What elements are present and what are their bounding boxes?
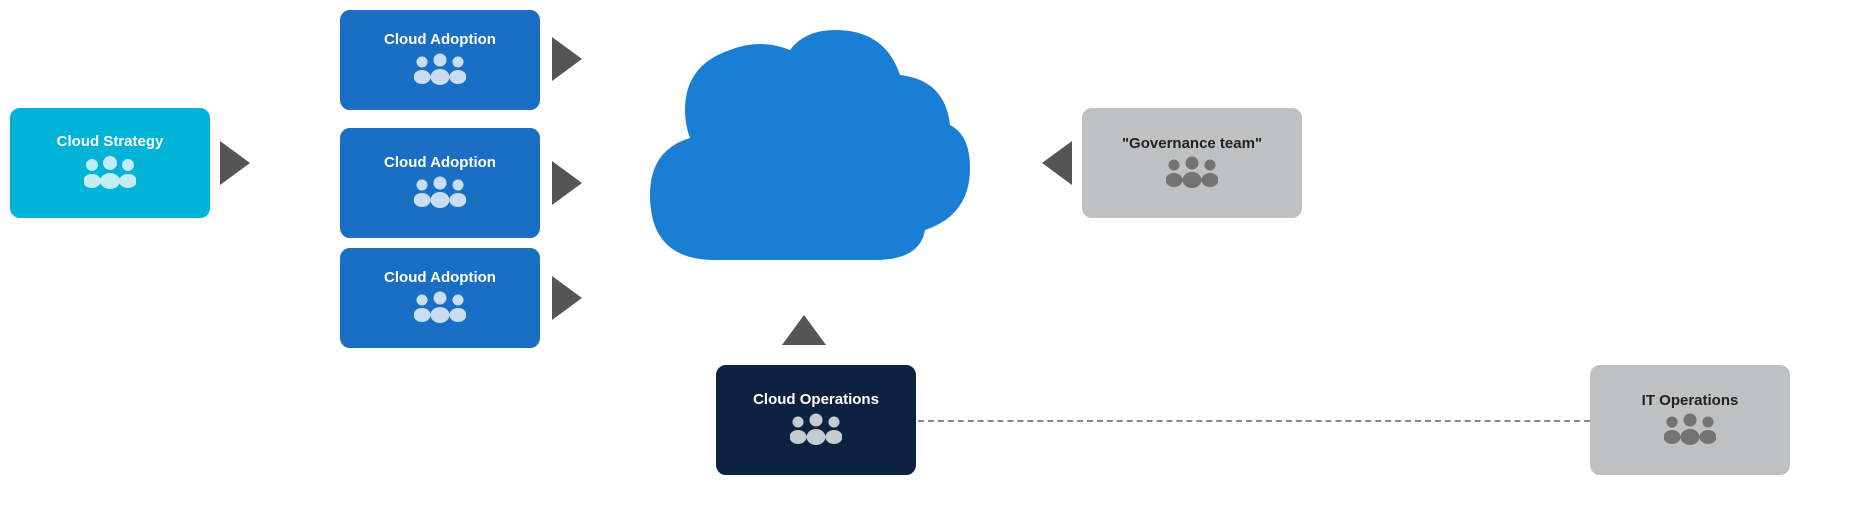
cloud-adoption-box-1: Cloud Adoption <box>340 10 540 110</box>
cloud-operations-label: Cloud Operations <box>753 391 879 409</box>
it-operations-label: IT Operations <box>1642 392 1739 409</box>
governance-team-box: "Governance team" <box>1082 108 1302 218</box>
governance-team-label: "Governance team" <box>1122 135 1262 152</box>
arrow-strategy-to-adoptions <box>220 141 250 185</box>
cloud-adoption-1-label: Cloud Adoption <box>384 31 496 49</box>
arrow-adoption2-to-cloud <box>552 161 582 205</box>
cloud-adoption-3-icon <box>414 291 466 327</box>
cloud-adoption-1-icon <box>414 53 466 89</box>
cloud-strategy-box: Cloud Strategy <box>10 108 210 218</box>
cloud-adoption-2-icon <box>414 176 466 212</box>
cloud-adoption-3-label: Cloud Adoption <box>384 269 496 287</box>
cloud-operations-icon <box>790 413 842 449</box>
cloud-adoption-2-label: Cloud Adoption <box>384 154 496 172</box>
it-operations-box: IT Operations <box>1590 365 1790 475</box>
it-operations-icon <box>1664 413 1716 449</box>
cloud-strategy-icon <box>84 155 136 193</box>
cloud-shape <box>630 20 970 320</box>
arrow-governance-to-cloud <box>1042 141 1072 185</box>
arrow-adoption1-to-cloud <box>552 37 582 81</box>
cloud-strategy-label: Cloud Strategy <box>57 133 164 151</box>
governance-team-icon <box>1166 156 1218 192</box>
cloud-adoption-box-3: Cloud Adoption <box>340 248 540 348</box>
arrow-adoption3-to-cloud <box>552 276 582 320</box>
cloud-adoption-box-2: Cloud Adoption <box>340 128 540 238</box>
cloud-svg <box>630 20 970 320</box>
cloud-operations-box: Cloud Operations <box>716 365 916 475</box>
dashed-line-operations <box>918 420 1590 422</box>
arrow-operations-to-cloud <box>782 315 826 345</box>
diagram-container: Cloud Strategy Cloud Adoption <box>0 0 1855 521</box>
